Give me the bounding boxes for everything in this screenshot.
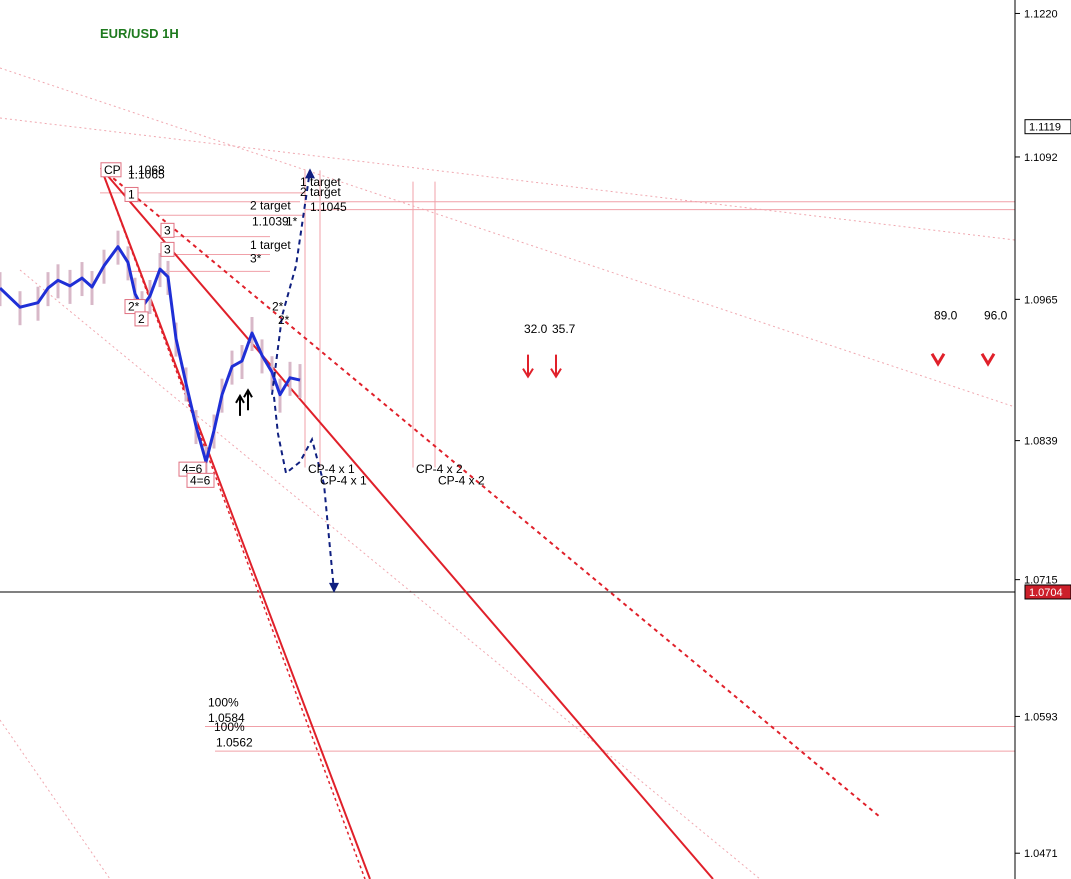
annotation-label: 100% [208, 695, 239, 709]
y-tick-label: 1.1092 [1024, 152, 1058, 164]
price-badge-label: 1.0704 [1029, 587, 1063, 599]
y-tick-label: 1.1220 [1024, 8, 1058, 20]
annotation-label: 35.7 [552, 322, 576, 336]
annotation-label: 1.1065 [128, 167, 165, 181]
chevron-down-icon [980, 353, 996, 367]
annotation-label: CP-4 x 2 [438, 473, 485, 487]
annotation-label: 2* [278, 313, 290, 327]
background-trend-line [0, 719, 111, 879]
price-line [0, 245, 301, 464]
chevron-down-icon [930, 353, 946, 367]
chart-svg: CP 1.10681.10651332 target1.10391*1 targe… [0, 0, 1071, 879]
y-tick-label: 1.0593 [1024, 711, 1058, 723]
annotation-label: 2* [272, 300, 284, 314]
y-tick-label: 1.0471 [1024, 848, 1058, 860]
trend-line [100, 167, 714, 879]
candle-bars [0, 230, 302, 480]
annotation-label: 1 [128, 187, 135, 201]
annotation-label: 1.1045 [310, 200, 347, 214]
annotation-label: 32.0 [524, 322, 548, 336]
signal-markers [235, 353, 996, 416]
annotation-label: CP-4 x 1 [320, 473, 367, 487]
annotation-label: 1.1039 [252, 214, 289, 228]
price-axis: 1.12201.10921.09651.08391.07151.05931.04… [1014, 0, 1071, 879]
annotation-label: 2 [138, 312, 145, 326]
annotation-labels: CP 1.10681.10651332 target1.10391*1 targe… [100, 162, 1008, 750]
level-lines [0, 170, 1015, 752]
projection-down [273, 396, 335, 591]
price-badge-label: 1.1119 [1029, 122, 1061, 134]
background-trend-line [0, 67, 1016, 408]
annotation-label: 2 target [300, 185, 341, 199]
annotation-label: 3 [164, 223, 171, 237]
annotation-label: 2 target [250, 199, 291, 213]
annotation-label: 89.0 [934, 309, 958, 323]
chart-root: EUR/USD 1H CP 1.1068 1.1065 1 3 3 2 target 1.10… [0, 0, 1071, 879]
annotation-label: CP [104, 163, 121, 177]
annotation-label: 1.0562 [216, 736, 253, 750]
background-lines [0, 67, 1016, 879]
annotation-label: 4=6 [190, 473, 211, 487]
y-tick-label: 1.0965 [1024, 294, 1058, 306]
annotation-label: 1 target [250, 238, 291, 252]
price-series [0, 245, 301, 464]
annotation-label: 96.0 [984, 309, 1008, 323]
annotation-label: 3* [250, 251, 262, 265]
annotation-label: 100% [214, 720, 245, 734]
trend-lines [100, 167, 881, 879]
annotation-label: 3 [164, 242, 171, 256]
annotation-label: 1* [286, 214, 298, 228]
projection-arrowhead [329, 582, 339, 593]
background-trend-line [19, 269, 761, 879]
y-tick-label: 1.0839 [1024, 436, 1058, 448]
trend-line-dashed [100, 167, 366, 879]
